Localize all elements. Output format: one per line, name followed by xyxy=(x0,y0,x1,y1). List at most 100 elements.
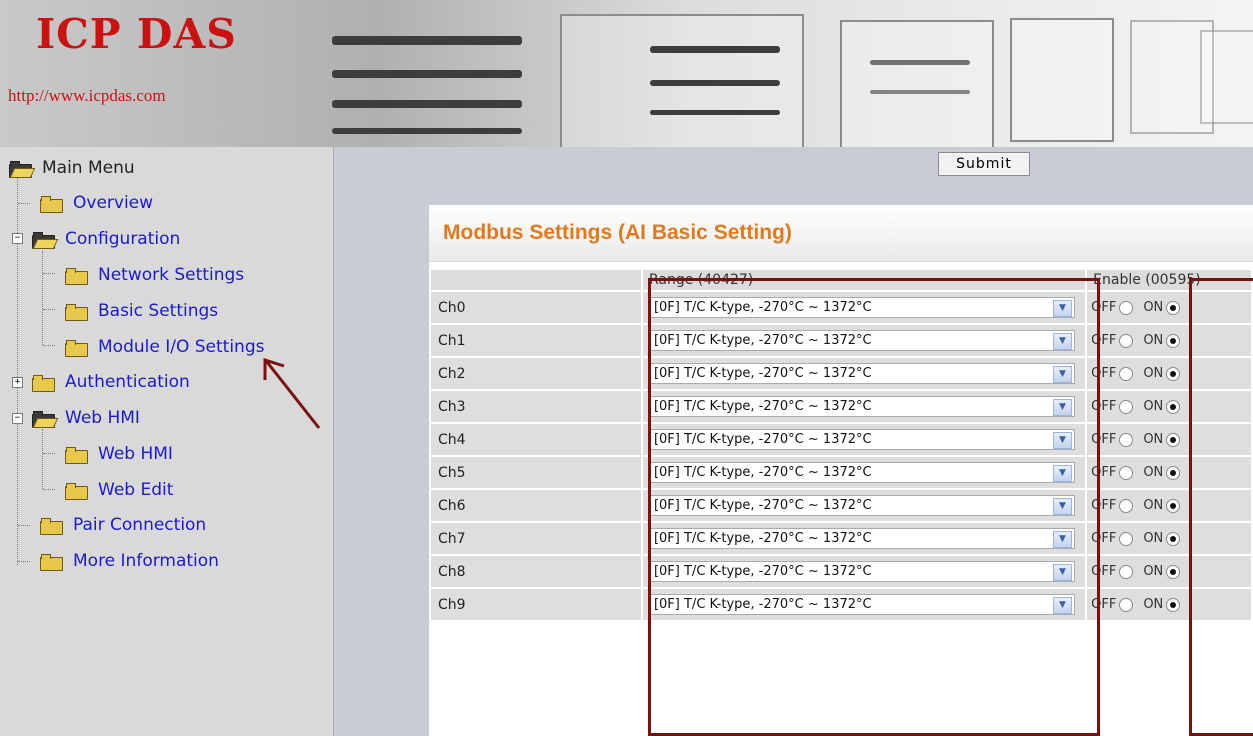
channel-label: Ch2 xyxy=(431,358,641,389)
authentication-expand-toggle[interactable]: + xyxy=(12,377,23,388)
range-select[interactable]: [0F] T/C K-type, -270°C ~ 1372°C ▼ xyxy=(647,495,1075,516)
range-select[interactable]: [0F] T/C K-type, -270°C ~ 1372°C ▼ xyxy=(647,330,1075,351)
sidebar-item-label: Overview xyxy=(73,193,154,213)
chevron-down-icon[interactable]: ▼ xyxy=(1052,300,1072,317)
on-radio[interactable] xyxy=(1166,597,1181,612)
chevron-down-icon[interactable]: ▼ xyxy=(1052,399,1072,416)
sidebar-item-network-settings[interactable]: Network Settings xyxy=(65,263,244,287)
off-label: OFF xyxy=(1091,465,1117,480)
enable-radio-group: OFF ON xyxy=(1087,300,1251,315)
chevron-down-icon[interactable]: ▼ xyxy=(1052,366,1072,383)
channel-label: Ch1 xyxy=(431,325,641,356)
off-radio[interactable] xyxy=(1119,333,1134,348)
header-banner: ICP DAS http://www.icpdas.com xyxy=(0,0,1253,147)
on-radio[interactable] xyxy=(1166,432,1181,447)
sidebar-item-module-io-settings[interactable]: Module I/O Settings xyxy=(65,335,264,359)
main-content: Submit Modbus Settings (AI Basic Setting… xyxy=(334,147,1253,736)
folder-icon xyxy=(40,553,63,571)
on-label: ON xyxy=(1143,498,1164,513)
sidebar-item-label: Basic Settings xyxy=(98,301,219,321)
range-select[interactable]: [0F] T/C K-type, -270°C ~ 1372°C ▼ xyxy=(647,462,1075,483)
on-label: ON xyxy=(1143,432,1164,447)
off-label: OFF xyxy=(1091,300,1117,315)
range-select[interactable]: [0F] T/C K-type, -270°C ~ 1372°C ▼ xyxy=(647,363,1075,384)
tree-connector xyxy=(43,309,55,310)
on-radio[interactable] xyxy=(1166,399,1181,414)
off-radio[interactable] xyxy=(1119,432,1134,447)
sidebar-item-configuration[interactable]: Configuration xyxy=(32,227,180,251)
sidebar-item-web-hmi-page[interactable]: Web HMI xyxy=(65,442,173,466)
banner-graphic xyxy=(870,90,970,94)
tree-connector xyxy=(43,345,55,346)
sidebar-item-main-menu[interactable]: Main Menu xyxy=(9,156,135,180)
range-cell: [0F] T/C K-type, -270°C ~ 1372°C ▼ xyxy=(642,457,1086,488)
banner-graphic xyxy=(1010,18,1114,142)
sidebar-item-web-hmi[interactable]: Web HMI xyxy=(32,406,140,430)
sidebar-item-web-edit[interactable]: Web Edit xyxy=(65,478,173,502)
on-radio[interactable] xyxy=(1166,465,1181,480)
submit-button[interactable]: Submit xyxy=(938,152,1030,176)
off-label: OFF xyxy=(1091,366,1117,381)
header-cell-range: Range (40427) xyxy=(642,270,1086,290)
table-row: Ch9 [0F] T/C K-type, -270°C ~ 1372°C ▼ OFF O… xyxy=(431,589,1251,620)
banner-graphic xyxy=(332,100,522,108)
sidebar-item-authentication[interactable]: Authentication xyxy=(32,370,190,394)
folder-icon xyxy=(40,195,63,213)
chevron-down-icon[interactable]: ▼ xyxy=(1052,564,1072,581)
range-cell: [0F] T/C K-type, -270°C ~ 1372°C ▼ xyxy=(642,556,1086,587)
chevron-down-icon[interactable]: ▼ xyxy=(1052,465,1072,482)
off-radio[interactable] xyxy=(1119,366,1134,381)
web-hmi-collapse-toggle[interactable]: − xyxy=(12,413,23,424)
tree-connector xyxy=(18,561,30,562)
sidebar-item-label: Network Settings xyxy=(98,265,245,285)
chevron-down-icon[interactable]: ▼ xyxy=(1052,432,1072,449)
banner-graphic xyxy=(332,128,522,134)
chevron-down-icon[interactable]: ▼ xyxy=(1052,531,1072,548)
off-radio[interactable] xyxy=(1119,399,1134,414)
header-cell-enable: Enable (00595) xyxy=(1087,270,1251,290)
on-radio[interactable] xyxy=(1166,300,1181,315)
sidebar-item-more-information[interactable]: More Information xyxy=(40,549,219,573)
on-radio[interactable] xyxy=(1166,498,1181,513)
on-label: ON xyxy=(1143,465,1164,480)
range-select[interactable]: [0F] T/C K-type, -270°C ~ 1372°C ▼ xyxy=(647,396,1075,417)
range-cell: [0F] T/C K-type, -270°C ~ 1372°C ▼ xyxy=(642,358,1086,389)
tree-connector xyxy=(18,525,30,526)
range-select[interactable]: [0F] T/C K-type, -270°C ~ 1372°C ▼ xyxy=(647,297,1075,318)
sidebar-item-label: More Information xyxy=(73,551,219,571)
configuration-collapse-toggle[interactable]: − xyxy=(12,233,23,244)
channel-label: Ch8 xyxy=(431,556,641,587)
sidebar-item-overview[interactable]: Overview xyxy=(40,191,153,215)
chevron-down-icon[interactable]: ▼ xyxy=(1052,333,1072,350)
off-radio[interactable] xyxy=(1119,465,1134,480)
range-select[interactable]: [0F] T/C K-type, -270°C ~ 1372°C ▼ xyxy=(647,528,1075,549)
range-select-value: [0F] T/C K-type, -270°C ~ 1372°C xyxy=(653,498,872,513)
sidebar-item-basic-settings[interactable]: Basic Settings xyxy=(65,299,218,323)
sidebar-item-label: Web HMI xyxy=(98,444,173,464)
off-radio[interactable] xyxy=(1119,564,1134,579)
open-folder-icon xyxy=(32,231,59,249)
off-radio[interactable] xyxy=(1119,498,1134,513)
chevron-down-icon[interactable]: ▼ xyxy=(1052,498,1072,515)
on-radio[interactable] xyxy=(1166,333,1181,348)
on-radio[interactable] xyxy=(1166,366,1181,381)
enable-cell: OFF ON xyxy=(1087,457,1251,488)
sidebar-item-pair-connection[interactable]: Pair Connection xyxy=(40,513,206,537)
modbus-settings-card: Modbus Settings (AI Basic Setting) Range… xyxy=(429,205,1253,736)
tree-connector xyxy=(43,273,55,274)
on-radio[interactable] xyxy=(1166,531,1181,546)
range-select-value: [0F] T/C K-type, -270°C ~ 1372°C xyxy=(653,300,872,315)
sidebar-item-label: Configuration xyxy=(65,229,181,249)
off-radio[interactable] xyxy=(1119,597,1134,612)
chevron-down-icon[interactable]: ▼ xyxy=(1052,597,1072,614)
range-select[interactable]: [0F] T/C K-type, -270°C ~ 1372°C ▼ xyxy=(647,594,1075,615)
on-radio[interactable] xyxy=(1166,564,1181,579)
banner-graphic xyxy=(650,46,780,53)
table-row: Ch2 [0F] T/C K-type, -270°C ~ 1372°C ▼ OFF O… xyxy=(431,358,1251,389)
range-select[interactable]: [0F] T/C K-type, -270°C ~ 1372°C ▼ xyxy=(647,561,1075,582)
range-select[interactable]: [0F] T/C K-type, -270°C ~ 1372°C ▼ xyxy=(647,429,1075,450)
sidebar-item-label: Authentication xyxy=(65,372,190,392)
off-radio[interactable] xyxy=(1119,531,1134,546)
annotation-arrow-icon xyxy=(263,357,321,429)
off-radio[interactable] xyxy=(1119,300,1134,315)
